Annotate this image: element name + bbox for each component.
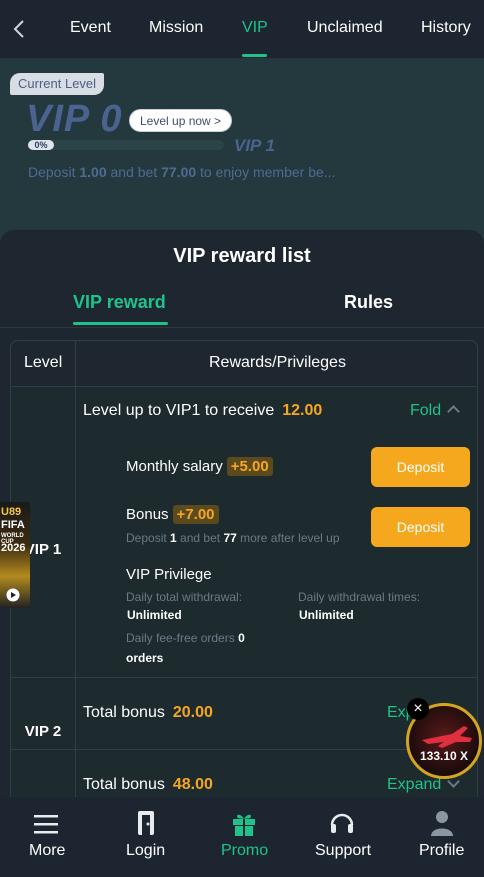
world-cup-promo-badge[interactable]: U89 FIFA WORLD CUP 2026 bbox=[0, 502, 30, 608]
bonus-row: Bonus +7.00 bbox=[126, 505, 219, 524]
fee-free-unit: orders bbox=[126, 651, 164, 665]
tab-event[interactable]: Event bbox=[70, 19, 111, 37]
progress-badge: 0% bbox=[28, 140, 54, 150]
row-divider bbox=[11, 677, 477, 678]
current-vip-level: VIP 0 bbox=[26, 98, 123, 140]
menu-icon bbox=[34, 815, 58, 834]
level-requirement-text: Deposit 1.00 and bet 77.00 to enjoy memb… bbox=[28, 164, 336, 180]
daily-times-label: Daily withdrawal times: bbox=[298, 590, 421, 604]
nav-support[interactable]: Support bbox=[315, 842, 371, 860]
active-tab-indicator bbox=[242, 54, 267, 57]
vip1-title: Level up to VIP1 to receive 12.00 bbox=[83, 402, 323, 419]
nav-promo[interactable]: Promo bbox=[221, 842, 268, 860]
deposit-button[interactable]: Deposit bbox=[371, 507, 470, 547]
header-level: Level bbox=[24, 354, 63, 371]
close-icon[interactable]: × bbox=[407, 698, 429, 720]
vip1-fold-toggle[interactable]: Fold bbox=[410, 402, 460, 420]
tab-mission[interactable]: Mission bbox=[149, 19, 203, 37]
headset-icon bbox=[330, 813, 354, 833]
deposit-button[interactable]: Deposit bbox=[371, 447, 470, 487]
aviator-multiplier: 133.10 X bbox=[420, 749, 469, 763]
row-level-vip2: VIP 2 bbox=[24, 723, 62, 740]
nav-more[interactable]: More bbox=[29, 842, 65, 860]
vip3-title: Total bonus 48.00 bbox=[83, 776, 213, 793]
gift-icon bbox=[233, 814, 255, 836]
tab-unclaimed[interactable]: Unclaimed bbox=[307, 19, 383, 37]
tab-vip[interactable]: VIP bbox=[242, 19, 268, 37]
panel-title: VIP reward list bbox=[173, 245, 311, 267]
column-divider bbox=[75, 341, 76, 811]
chevron-up-icon bbox=[447, 405, 460, 418]
current-level-tag: Current Level bbox=[10, 73, 105, 95]
tab-vip-reward[interactable]: VIP reward bbox=[73, 292, 166, 313]
level-up-button[interactable]: Level up now > bbox=[129, 109, 233, 132]
bonus-requirement: Deposit 1 and bet 77 more after level up bbox=[126, 531, 340, 545]
divider bbox=[0, 327, 484, 328]
profile-icon bbox=[431, 811, 453, 836]
fee-free-orders: Daily fee-free orders 0 bbox=[126, 631, 245, 645]
vip-privilege-title: VIP Privilege bbox=[126, 566, 212, 583]
nav-login[interactable]: Login bbox=[126, 842, 165, 860]
monthly-salary-row: Monthly salary +5.00 bbox=[126, 457, 273, 476]
vip2-title: Total bonus 20.00 bbox=[83, 704, 213, 721]
next-vip-level: VIP 1 bbox=[234, 136, 275, 155]
daily-times-value: Unlimited bbox=[299, 608, 354, 622]
panel-tab-indicator bbox=[73, 322, 168, 325]
back-arrow-icon[interactable] bbox=[8, 16, 30, 42]
play-icon bbox=[6, 588, 20, 602]
header-rewards: Rewards/Privileges bbox=[209, 354, 346, 371]
login-door-icon bbox=[138, 811, 154, 835]
tab-rules[interactable]: Rules bbox=[344, 292, 393, 313]
progress-track bbox=[28, 140, 224, 150]
daily-withdrawal-value: Unlimited bbox=[127, 608, 182, 622]
daily-withdrawal-label: Daily total withdrawal: bbox=[126, 590, 243, 604]
tab-history[interactable]: History bbox=[421, 19, 471, 37]
nav-profile[interactable]: Profile bbox=[419, 842, 464, 860]
